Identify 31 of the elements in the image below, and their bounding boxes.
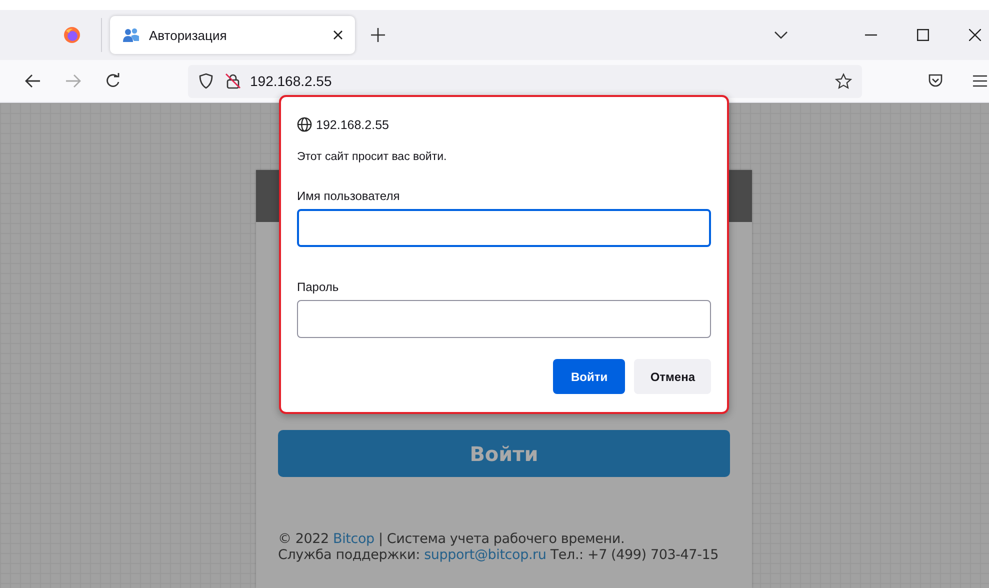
input-field[interactable] xyxy=(297,300,711,338)
globe-icon xyxy=(297,117,312,132)
cancel-button[interactable]: Отмена xyxy=(634,359,711,394)
address-bar[interactable]: 192.168.2.55 xyxy=(188,64,862,98)
reload-icon[interactable] xyxy=(105,73,121,89)
minimize-icon[interactable] xyxy=(865,34,877,36)
submit-button[interactable]: Войти xyxy=(553,359,626,394)
site-address: 192.168.2.55 xyxy=(316,118,389,132)
shield-icon[interactable] xyxy=(199,73,213,89)
close-icon[interactable] xyxy=(969,29,981,41)
chevron-down-icon[interactable] xyxy=(774,31,788,39)
input-field[interactable] xyxy=(297,209,711,247)
dialog-message: Этот сайт просит вас войти. xyxy=(297,151,448,163)
close-icon[interactable] xyxy=(333,30,343,40)
field-label: Пароль xyxy=(297,280,340,294)
pocket-icon[interactable] xyxy=(928,74,943,88)
crossed-lock-icon[interactable] xyxy=(225,73,241,89)
back-arrow-icon[interactable] xyxy=(25,74,41,88)
footer-text: © 2022 Bitcop | Система учета рабочего времени. xyxy=(278,531,626,547)
login-button[interactable]: Войти xyxy=(278,430,730,477)
field-label: Имя пользователя xyxy=(297,189,401,203)
star-icon[interactable] xyxy=(835,72,852,90)
footer-text: Служба поддержки: support@bitcop.ru Тел.: +7 (499) 703-47-15 xyxy=(278,547,720,563)
menu-icon[interactable] xyxy=(973,75,987,87)
url-text: 192.168.2.55 xyxy=(250,73,332,89)
tab-title: Авторизация xyxy=(149,28,227,42)
people-icon xyxy=(122,27,140,43)
plus-icon[interactable] xyxy=(371,28,385,42)
maximize-icon[interactable] xyxy=(917,29,929,41)
browser-tab[interactable]: Авторизация xyxy=(110,16,355,54)
browser-logo-icon[interactable] xyxy=(63,26,81,44)
